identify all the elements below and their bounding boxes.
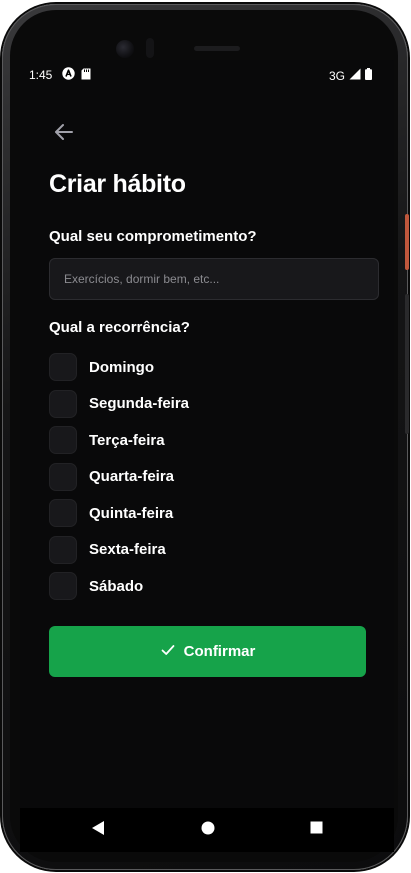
weekday-checkbox[interactable] [49, 426, 77, 455]
nav-home-button[interactable] [188, 808, 228, 852]
system-navigation-bar [20, 808, 394, 852]
sd-card-icon [81, 68, 91, 83]
nav-back-button[interactable] [78, 808, 118, 852]
app-notification-icon [62, 67, 75, 83]
status-notification-icons [62, 67, 91, 83]
weekday-option-quarta[interactable]: Quarta-feira [49, 459, 369, 496]
weekday-option-sabado[interactable]: Sábado [49, 568, 369, 605]
nav-recents-button[interactable] [296, 808, 336, 852]
earpiece-speaker [194, 46, 240, 51]
weekday-option-sexta[interactable]: Sexta-feira [49, 532, 369, 569]
power-button [405, 214, 409, 270]
confirm-button[interactable]: Confirmar [49, 626, 366, 677]
weekday-label: Domingo [89, 358, 154, 376]
weekday-option-terca[interactable]: Terça-feira [49, 422, 369, 459]
recurrence-label: Qual a recorrência? [49, 319, 190, 336]
weekday-label: Terça-feira [89, 431, 165, 449]
weekday-label: Sexta-feira [89, 541, 166, 559]
app-screen: 1:45 3G Criar hábito Qual seu comprometi… [20, 60, 394, 852]
page-title: Criar hábito [49, 170, 186, 198]
weekday-option-quinta[interactable]: Quinta-feira [49, 495, 369, 532]
weekday-checkbox[interactable] [49, 389, 77, 418]
weekday-checkbox-list: Domingo Segunda-feira Terça-feira Quarta… [49, 349, 369, 605]
recents-square-icon [310, 821, 323, 839]
home-circle-icon [201, 821, 215, 840]
weekday-label: Quinta-feira [89, 504, 174, 522]
proximity-sensor [146, 38, 154, 58]
battery-icon [365, 68, 372, 83]
commitment-label: Qual seu comprometimento? [49, 228, 257, 245]
commitment-input[interactable] [49, 258, 379, 300]
weekday-checkbox[interactable] [49, 499, 77, 528]
phone-frame: 1:45 3G Criar hábito Qual seu comprometi… [2, 4, 409, 870]
check-icon [160, 642, 176, 662]
weekday-checkbox[interactable] [49, 535, 77, 564]
status-system-icons: 3G [329, 68, 372, 83]
status-bar: 1:45 3G [20, 60, 394, 88]
weekday-checkbox[interactable] [49, 462, 77, 491]
network-type: 3G [328, 68, 345, 83]
arrow-left-icon [52, 120, 76, 149]
weekday-option-domingo[interactable]: Domingo [49, 349, 369, 386]
weekday-option-segunda[interactable]: Segunda-feira [49, 386, 369, 423]
weekday-label: Sábado [89, 577, 144, 595]
back-button[interactable] [50, 120, 78, 148]
status-time: 1:45 [29, 68, 53, 82]
weekday-label: Segunda-feira [89, 395, 190, 413]
signal-icon [349, 68, 361, 83]
back-triangle-icon [91, 820, 105, 841]
volume-button [405, 294, 409, 434]
weekday-checkbox[interactable] [49, 353, 77, 382]
front-camera [116, 40, 134, 58]
weekday-checkbox[interactable] [49, 572, 77, 601]
confirm-button-label: Confirmar [183, 643, 256, 660]
weekday-label: Quarta-feira [89, 468, 175, 486]
